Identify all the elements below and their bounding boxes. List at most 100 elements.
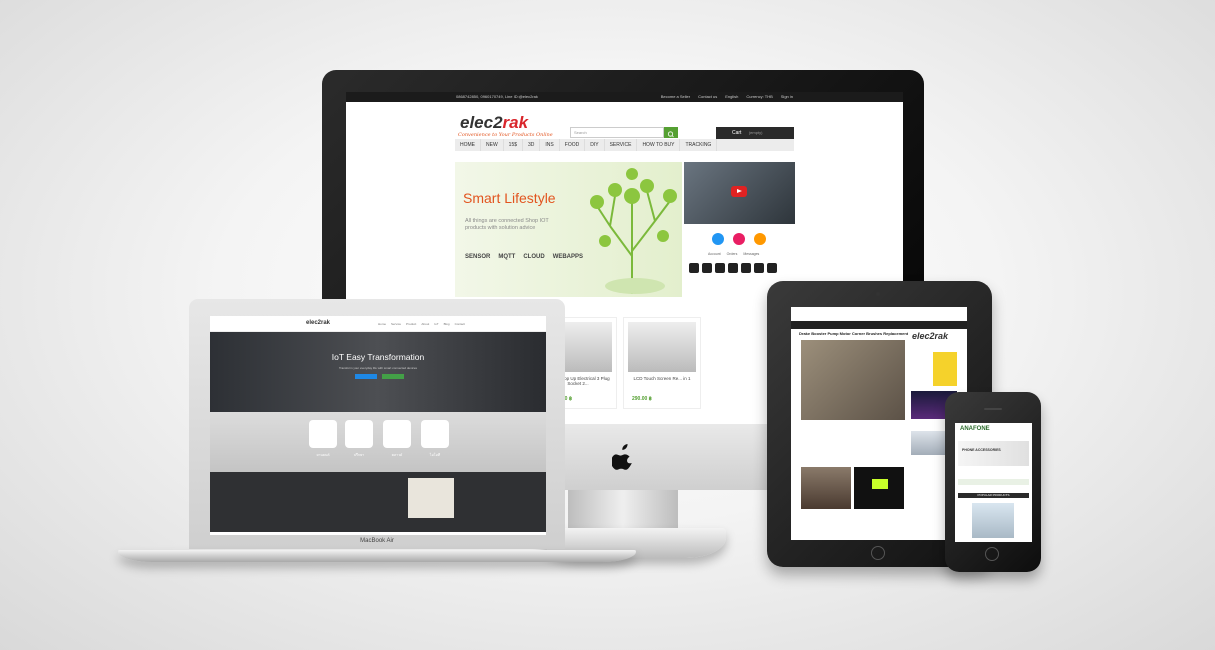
tile-label: ยานยนต์ (316, 453, 330, 457)
nav-link[interactable]: Service (391, 322, 401, 326)
orders-label: Orders (726, 252, 738, 256)
home-icon[interactable] (767, 263, 777, 273)
iphone-speaker (984, 408, 1002, 410)
banner-text: PHONE ACCESSORIES (962, 448, 1001, 452)
truck-icon[interactable] (754, 263, 764, 273)
macbook-screen: elec2rak Home Service Product About IoT … (210, 316, 546, 535)
site-logo[interactable]: elec2rak (460, 113, 528, 133)
account-labels: Account Orders Messages (708, 252, 759, 256)
become-seller-link[interactable]: Become a Seller (661, 92, 690, 102)
nav-link[interactable]: About (421, 322, 429, 326)
iphone-banner[interactable]: PHONE ACCESSORIES (958, 441, 1029, 466)
phone-icon[interactable] (728, 263, 738, 273)
messages-icon[interactable] (754, 233, 766, 245)
nav-ins[interactable]: INS (540, 139, 560, 151)
product-name: LCD Touch Screen Re... in 1 (633, 376, 691, 381)
hero-banner[interactable]: Smart Lifestyle All things are connected… (455, 162, 682, 297)
ipad-home-button[interactable] (871, 546, 885, 560)
clothing-icon[interactable] (741, 263, 751, 273)
tag-cloud: CLOUD (523, 254, 545, 260)
top-bar: 0868742850, 0960170749, Line ID:@elec2ra… (346, 92, 903, 102)
nav-how-to-buy[interactable]: HOW TO BUY (637, 139, 681, 151)
car-icon[interactable] (689, 263, 699, 273)
tag-webapps: WEBAPPS (552, 254, 584, 260)
ipad-side-logo: elec2rak (912, 331, 949, 341)
car-service-icon[interactable] (309, 420, 337, 448)
nav-tracking[interactable]: TRACKING (680, 139, 718, 151)
iphone-screen: ANAFONE PHONE ACCESSORIES POPULAR PRODUC… (955, 423, 1032, 542)
iphone-strip (958, 479, 1029, 485)
orders-icon[interactable] (733, 233, 745, 245)
ipad-screen: Drake Booster Pump Motor Corner Brushes … (791, 307, 967, 540)
macbook-hero: IoT Easy Transformation Transform your e… (210, 332, 546, 412)
cloud-service-icon[interactable] (383, 420, 411, 448)
services-section: ยานยนต์ ปรึกษา คลาวด์ ไอโอที (210, 412, 546, 472)
account-icon[interactable] (712, 233, 724, 245)
hero-button-primary[interactable] (355, 374, 377, 379)
macbook-base (118, 550, 636, 562)
tile-label: คลาวด์ (391, 453, 403, 457)
macbook-site-logo[interactable]: elec2rak (306, 320, 330, 326)
tile-label: ปรึกษา (353, 453, 365, 457)
nav-link[interactable]: Blog (444, 322, 450, 326)
sign-in-link[interactable]: Sign in (781, 92, 793, 102)
iot-service-icon[interactable] (421, 420, 449, 448)
product-image[interactable] (972, 503, 1014, 538)
iphone-home-button[interactable] (985, 547, 999, 561)
tag-sensor: SENSOR (465, 254, 491, 260)
nav-service[interactable]: SERVICE (605, 139, 638, 151)
iot-tree-icon (590, 168, 677, 294)
banner-subtitle: All things are connected Shop IOT produc… (465, 218, 549, 231)
hero-subtitle: Transform your everyday life with smart … (338, 366, 418, 370)
nav-3d[interactable]: 3D (523, 139, 541, 151)
logo-text-a: elec2 (460, 113, 503, 132)
search-input[interactable]: Search (570, 127, 664, 138)
nav-link[interactable]: IoT (434, 322, 438, 326)
macbook-footer (210, 472, 546, 532)
ad-banner[interactable] (933, 352, 957, 386)
ipad-nav (791, 321, 967, 329)
article-thumb[interactable] (854, 467, 904, 509)
nav-home[interactable]: HOME (455, 139, 481, 151)
account-label: Account (708, 252, 721, 256)
nav-link[interactable]: Home (378, 322, 386, 326)
hero-button-secondary[interactable] (382, 374, 404, 379)
product-price: 290.00 ฿ (632, 396, 652, 402)
tagline: Convenience to Your Products Online (458, 132, 553, 138)
logo-text-b: rak (502, 113, 529, 132)
device-icon[interactable] (715, 263, 725, 273)
product-image (628, 322, 696, 372)
banner-tags: SENSOR MQTT CLOUD WEBAPPS (465, 254, 583, 260)
nav-diy[interactable]: DIY (585, 139, 605, 151)
search-button[interactable] (664, 127, 678, 138)
map-widget[interactable] (408, 478, 454, 518)
cart-status: (empty) (748, 130, 763, 135)
nav-new[interactable]: NEW (481, 139, 504, 151)
macbook-label: MacBook Air (360, 538, 394, 544)
main-nav: HOME NEW 15$ 3D INS FOOD DIY SERVICE HOW… (455, 139, 794, 151)
person-icon[interactable] (702, 263, 712, 273)
cart-button[interactable]: Cart (empty) (716, 127, 794, 139)
iphone-logo[interactable]: ANAFONE (960, 426, 990, 432)
nav-food[interactable]: FOOD (560, 139, 586, 151)
contact-us-link[interactable]: Contact us (698, 92, 717, 102)
category-icons (689, 263, 777, 273)
tag-mqtt: MQTT (498, 254, 516, 260)
account-icons (712, 233, 766, 245)
popular-header: POPULAR PRODUCTS (958, 493, 1029, 498)
nav-link[interactable]: Product (406, 322, 416, 326)
code-service-icon[interactable] (345, 420, 373, 448)
hero-title: IoT Easy Transformation (331, 352, 425, 362)
contact-info: 0868742850, 0960170749, Line ID:@elec2ra… (456, 94, 538, 99)
macbook-nav-links: Home Service Product About IoT Blog Cont… (378, 322, 465, 326)
nav-link[interactable]: Contact (455, 322, 465, 326)
language-selector[interactable]: English (725, 92, 738, 102)
nav-15[interactable]: 15$ (504, 139, 524, 151)
cart-label: Cart (732, 130, 742, 136)
article-thumb[interactable] (801, 467, 851, 509)
article-photo (801, 340, 905, 420)
product-card[interactable]: LCD Touch Screen Re... in 1 290.00 ฿ (623, 317, 701, 409)
play-icon[interactable] (731, 186, 747, 197)
currency-selector[interactable]: Currency: THB (746, 92, 772, 102)
video-player[interactable] (684, 162, 795, 224)
